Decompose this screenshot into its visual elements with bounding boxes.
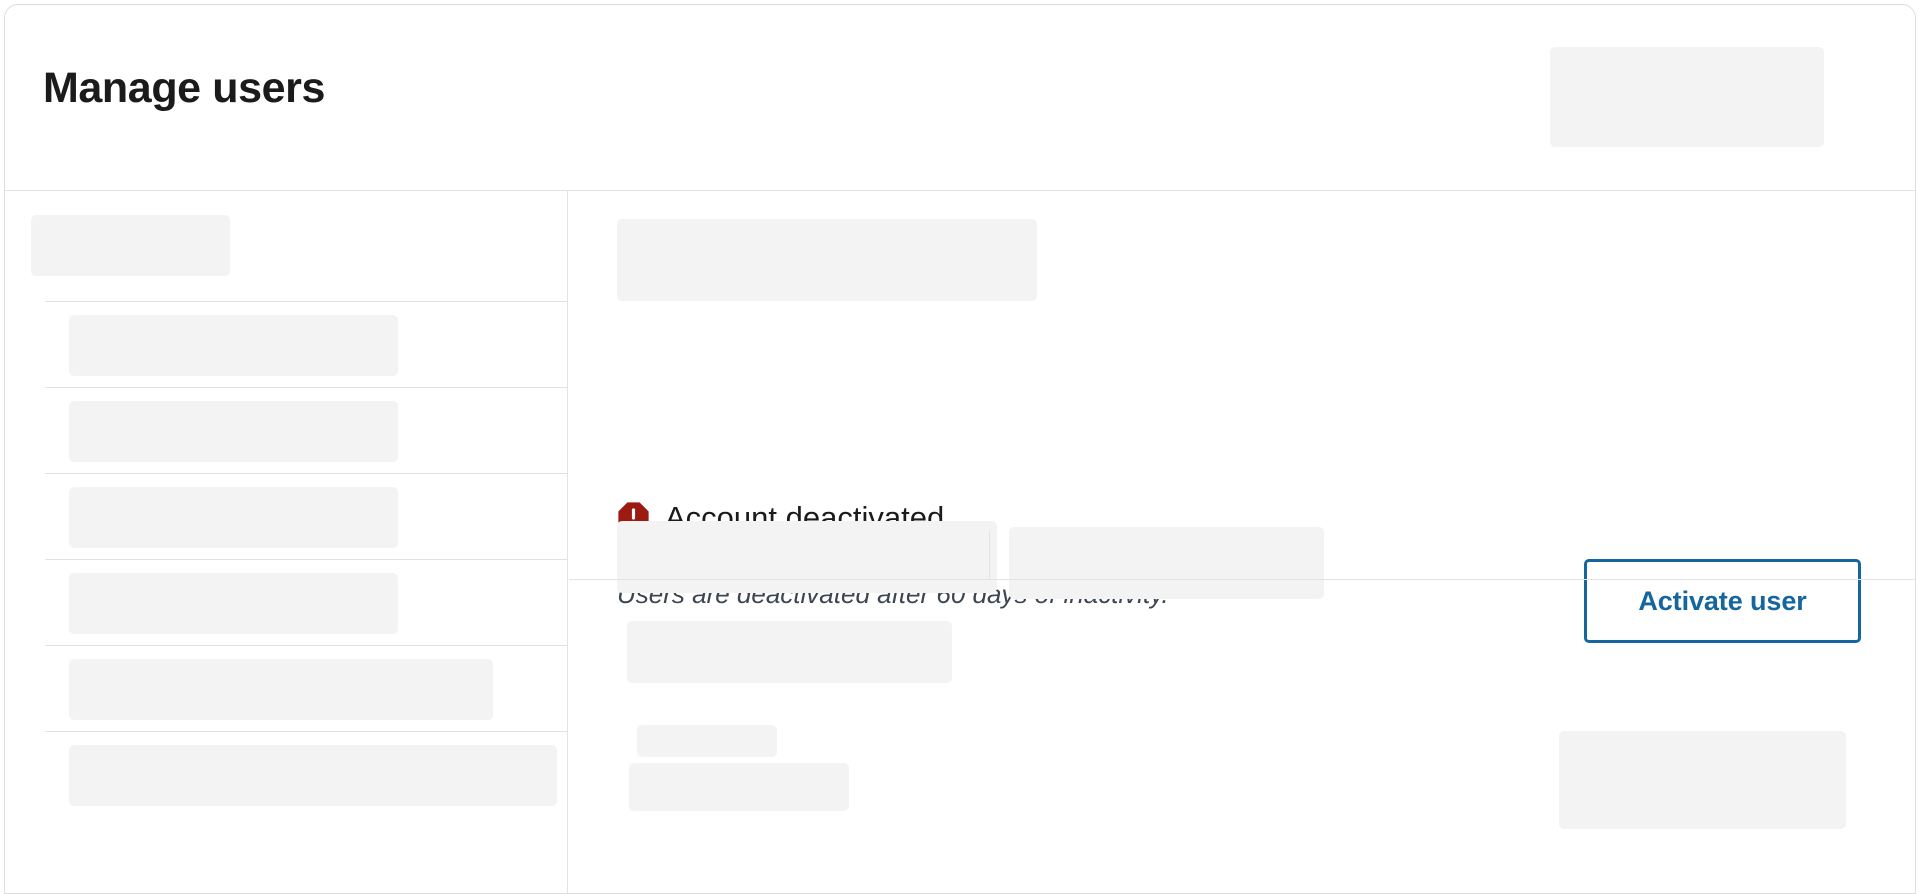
sidebar-skeleton-bar bbox=[31, 215, 230, 276]
sidebar-skeleton-bar bbox=[69, 573, 398, 634]
page-body: Account deactivated Users are deactivate… bbox=[5, 191, 1915, 894]
sidebar-skeleton-bar bbox=[69, 401, 398, 462]
sidebar-item-1[interactable] bbox=[45, 301, 567, 387]
sidebar-skeleton-bar bbox=[69, 659, 493, 720]
app-window: Manage users bbox=[4, 4, 1916, 894]
header-skeleton-block bbox=[1550, 47, 1824, 147]
sidebar-item-0[interactable] bbox=[5, 191, 567, 301]
page-title: Manage users bbox=[43, 65, 325, 112]
main-content: Account deactivated Users are deactivate… bbox=[569, 191, 1915, 894]
sidebar-skeleton-bar bbox=[69, 745, 557, 806]
main-lower-skeleton-block-1 bbox=[627, 621, 952, 683]
main-top-skeleton-block bbox=[617, 219, 1037, 301]
main-lower-skeleton-block-3 bbox=[629, 763, 849, 811]
sidebar-item-2[interactable] bbox=[45, 387, 567, 473]
main-lower-skeleton-block-right bbox=[1559, 731, 1846, 829]
main-lower-skeleton-block-2 bbox=[637, 725, 777, 757]
sidebar-item-5[interactable] bbox=[45, 645, 567, 731]
sidebar-skeleton-bar bbox=[69, 487, 398, 548]
page-header: Manage users bbox=[5, 5, 1915, 191]
main-lower-section bbox=[569, 579, 1915, 894]
sidebar-item-3[interactable] bbox=[45, 473, 567, 559]
sidebar-item-4[interactable] bbox=[45, 559, 567, 645]
sidebar-skeleton-bar bbox=[69, 315, 398, 376]
main-top-section: Account deactivated Users are deactivate… bbox=[569, 191, 1915, 579]
sidebar bbox=[5, 191, 568, 894]
main-vertical-divider bbox=[989, 531, 990, 579]
sidebar-item-6[interactable] bbox=[45, 731, 567, 817]
